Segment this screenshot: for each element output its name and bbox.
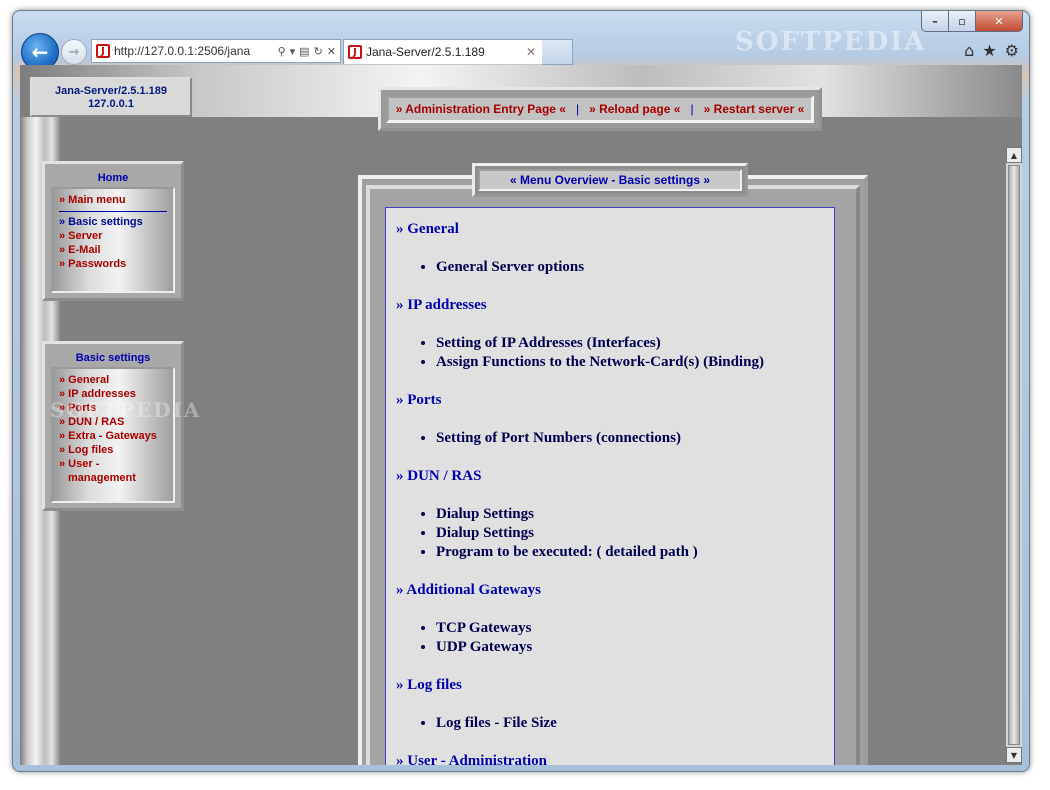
dun-ras-link[interactable]: » DUN / RAS: [59, 415, 167, 429]
ports-link[interactable]: » Ports: [59, 401, 167, 415]
softpedia-watermark: SOFTPEDIA: [735, 27, 927, 57]
list-item[interactable]: UDP Gateways: [436, 638, 824, 657]
log-files-link[interactable]: » Log files: [59, 443, 167, 457]
scroll-down-arrow-icon[interactable]: ▼: [1006, 747, 1022, 763]
section-ports: » Ports Setting of Port Numbers (connect…: [396, 391, 824, 448]
section-user-administration: » User - Administration: [396, 752, 824, 765]
section-log-files: » Log files Log files - File Size: [396, 676, 824, 733]
top-navigation: » Administration Entry Page « | » Reload…: [378, 87, 822, 131]
browser-toolbar-icons: ⌂ ★ ⚙: [964, 41, 1019, 60]
list-item[interactable]: Setting of Port Numbers (connections): [436, 429, 824, 448]
section-items: Setting of IP Addresses (Interfaces) Ass…: [396, 334, 824, 372]
stop-icon[interactable]: ✕: [327, 45, 336, 58]
close-button[interactable]: ✕: [976, 11, 1023, 32]
server-name: Jana-Server/2.5.1.189: [55, 85, 167, 97]
home-icon[interactable]: ⌂: [964, 41, 974, 60]
address-bar[interactable]: J http://127.0.0.1:2506/jana ⚲ ▾ ▤ ↻ ✕: [91, 39, 341, 63]
section-title[interactable]: » IP addresses: [396, 296, 824, 314]
section-items: General Server options: [396, 258, 824, 277]
list-item[interactable]: TCP Gateways: [436, 619, 824, 638]
home-panel-links: » Main menu » Basic settings » Server » …: [51, 187, 175, 293]
scroll-up-arrow-icon[interactable]: ▲: [1006, 147, 1022, 163]
section-title[interactable]: » DUN / RAS: [396, 467, 824, 485]
address-actions: ⚲ ▾ ▤ ↻ ✕: [278, 45, 340, 58]
address-url[interactable]: http://127.0.0.1:2506/jana: [114, 44, 278, 58]
top-navigation-inner: » Administration Entry Page « | » Reload…: [386, 95, 814, 123]
extra-gateways-link[interactable]: » Extra - Gateways: [59, 429, 167, 443]
section-title[interactable]: » Additional Gateways: [396, 581, 824, 599]
vertical-scrollbar[interactable]: ▲ ▼: [1006, 147, 1022, 763]
jana-favicon-icon: J: [96, 44, 110, 58]
passwords-link[interactable]: » Passwords: [59, 257, 167, 271]
minimize-button[interactable]: –: [921, 11, 949, 32]
menu-overview-header: « Menu Overview - Basic settings »: [472, 163, 748, 197]
server-link[interactable]: » Server: [59, 229, 167, 243]
compat-view-icon[interactable]: ▤: [299, 45, 309, 58]
browser-window: SOFTPEDIA – ▫ ✕ ← → J http://127.0.0.1:2…: [12, 10, 1030, 772]
basic-settings-panel: Basic settings » General » IP addresses …: [42, 341, 184, 511]
section-items: Setting of Port Numbers (connections): [396, 429, 824, 448]
scrollbar-thumb[interactable]: [1008, 165, 1020, 745]
user-management-link[interactable]: » User - management: [59, 457, 167, 485]
settings-gear-icon[interactable]: ⚙: [1005, 41, 1019, 60]
menu-overview-content: » General General Server options » IP ad…: [385, 207, 835, 765]
section-title[interactable]: » General: [396, 220, 824, 238]
section-title[interactable]: » Log files: [396, 676, 824, 694]
section-title[interactable]: » User - Administration: [396, 752, 824, 765]
divider: [59, 211, 167, 212]
reload-page-link[interactable]: » Reload page «: [589, 102, 680, 116]
refresh-icon[interactable]: ↻: [314, 45, 323, 58]
separator: |: [575, 102, 580, 116]
section-dun-ras: » DUN / RAS Dialup Settings Dialup Setti…: [396, 467, 824, 562]
section-items: Log files - File Size: [396, 714, 824, 733]
section-ip-addresses: » IP addresses Setting of IP Addresses (…: [396, 296, 824, 372]
window-controls: – ▫ ✕: [921, 11, 1023, 32]
jana-favicon-icon: J: [348, 45, 362, 59]
basic-settings-panel-links: » General » IP addresses » Ports » DUN /…: [51, 367, 175, 503]
section-general: » General General Server options: [396, 220, 824, 277]
main-menu-link[interactable]: » Main menu: [59, 193, 167, 207]
forward-arrow-icon[interactable]: →: [61, 39, 87, 65]
home-panel-title[interactable]: Home: [51, 169, 175, 187]
section-items: TCP Gateways UDP Gateways: [396, 619, 824, 657]
list-item[interactable]: Program to be executed: ( detailed path …: [436, 543, 824, 562]
favorites-star-icon[interactable]: ★: [982, 41, 996, 60]
page-viewport: Jana-Server/2.5.1.189 127.0.0.1 » Admini…: [20, 65, 1022, 765]
home-panel: Home » Main menu » Basic settings » Serv…: [42, 161, 184, 301]
search-icon[interactable]: ⚲: [278, 45, 286, 58]
menu-overview-title[interactable]: « Menu Overview - Basic settings »: [478, 169, 742, 191]
list-item[interactable]: Setting of IP Addresses (Interfaces): [436, 334, 824, 353]
close-tab-icon[interactable]: ✕: [526, 45, 542, 59]
basic-settings-panel-title[interactable]: Basic settings: [51, 349, 175, 367]
list-item[interactable]: Dialup Settings: [436, 524, 824, 543]
server-ip: 127.0.0.1: [88, 98, 134, 110]
browser-tab[interactable]: J Jana-Server/2.5.1.189 ✕: [343, 39, 543, 64]
server-info-box: Jana-Server/2.5.1.189 127.0.0.1: [30, 77, 192, 117]
section-additional-gateways: » Additional Gateways TCP Gateways UDP G…: [396, 581, 824, 657]
basic-settings-link[interactable]: » Basic settings: [59, 215, 167, 229]
dropdown-arrow-icon[interactable]: ▾: [290, 45, 296, 58]
list-item[interactable]: Log files - File Size: [436, 714, 824, 733]
email-link[interactable]: » E-Mail: [59, 243, 167, 257]
restart-server-link[interactable]: » Restart server «: [704, 102, 805, 116]
section-title[interactable]: » Ports: [396, 391, 824, 409]
list-item[interactable]: General Server options: [436, 258, 824, 277]
list-item[interactable]: Assign Functions to the Network-Card(s) …: [436, 353, 824, 372]
new-tab-button[interactable]: [542, 39, 573, 65]
tab-title: Jana-Server/2.5.1.189: [366, 45, 485, 59]
ip-addresses-link[interactable]: » IP addresses: [59, 387, 167, 401]
general-link[interactable]: » General: [59, 373, 167, 387]
separator: |: [690, 102, 694, 116]
admin-entry-link[interactable]: » Administration Entry Page «: [396, 102, 566, 116]
list-item[interactable]: Dialup Settings: [436, 505, 824, 524]
maximize-button[interactable]: ▫: [949, 11, 976, 32]
section-items: Dialup Settings Dialup Settings Program …: [396, 505, 824, 562]
